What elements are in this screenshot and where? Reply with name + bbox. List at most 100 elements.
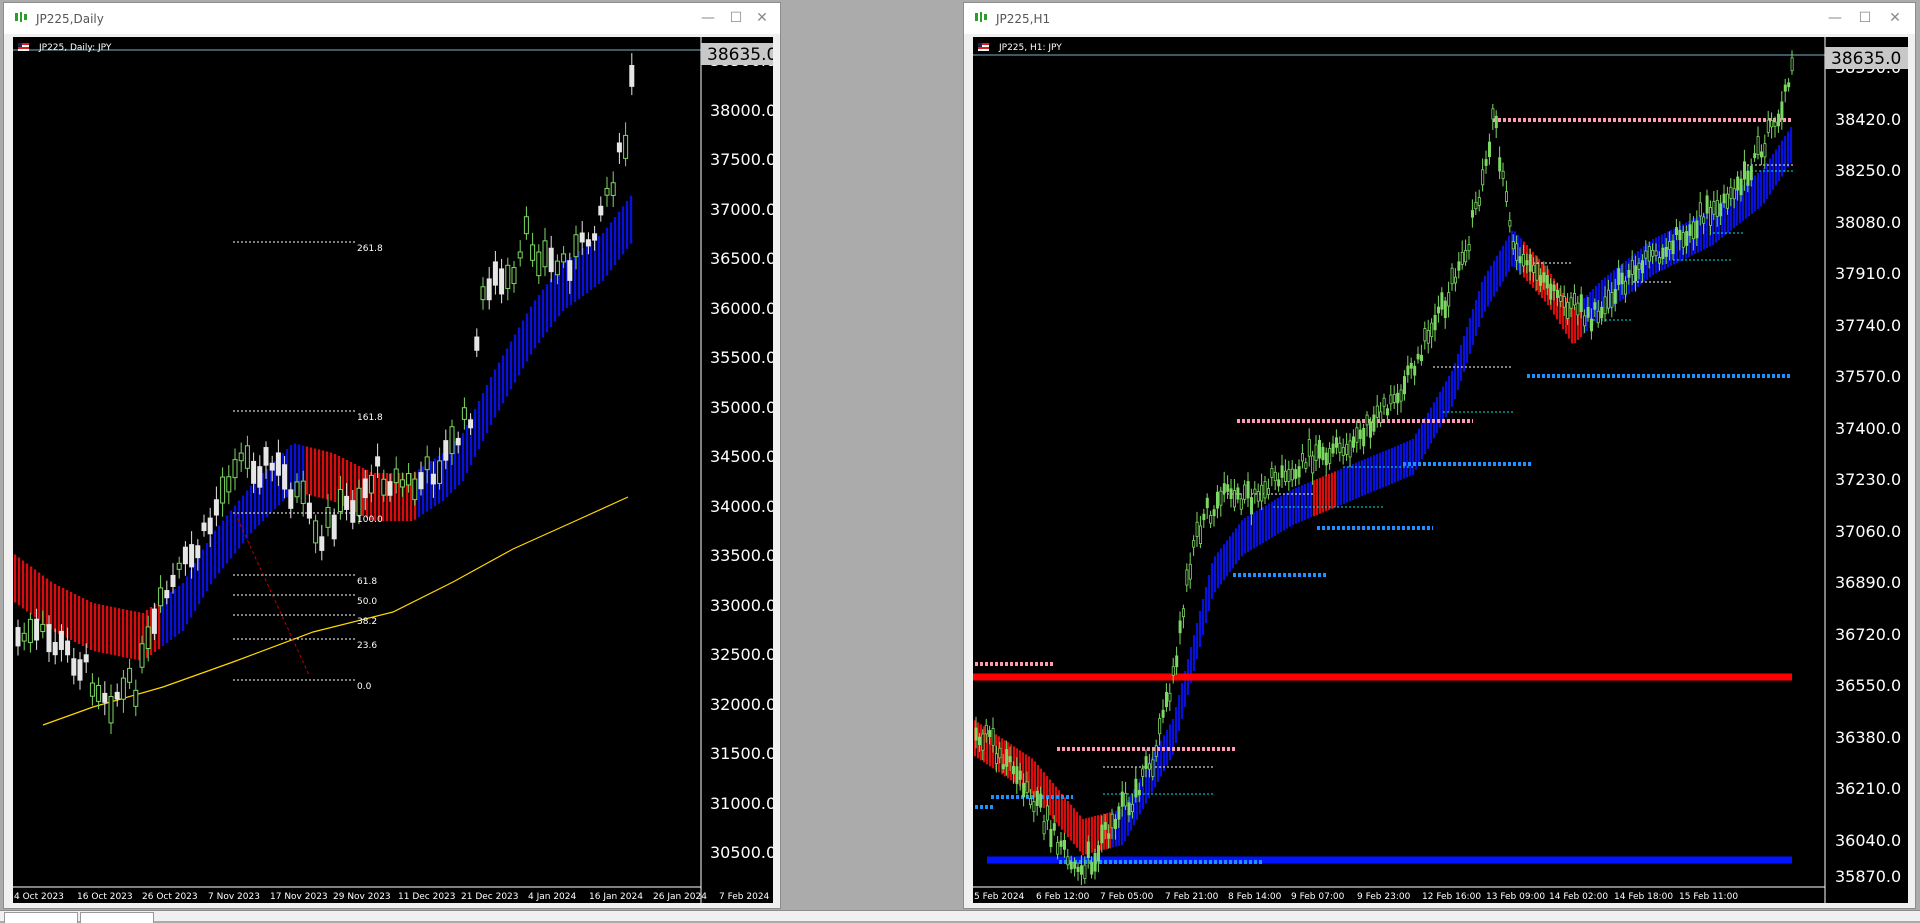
candle-body: [1015, 766, 1019, 784]
window-titlebar[interactable]: JP225,Daily — ☐ ✕: [4, 3, 780, 34]
candle-body: [1559, 295, 1563, 302]
candle-body: [1396, 392, 1400, 404]
candle-body: [1777, 113, 1781, 127]
candle-body: [251, 460, 257, 484]
candle-body: [1573, 292, 1577, 306]
candle-body: [34, 618, 40, 641]
candle-body: [313, 520, 319, 544]
close-button[interactable]: ✕: [1885, 9, 1905, 27]
candle-body: [1311, 455, 1315, 474]
candle-body: [1685, 231, 1689, 246]
candle-body: [1542, 272, 1546, 283]
candle-body: [1239, 498, 1243, 510]
candle-body: [1715, 200, 1719, 217]
candle-body: [120, 677, 126, 700]
x-tick-label: 7 Nov 2023: [208, 892, 260, 902]
candle-body: [991, 728, 995, 746]
candle-body: [15, 627, 21, 647]
candle-body: [46, 624, 52, 653]
candle-body: [151, 608, 157, 634]
candle-body: [567, 260, 573, 281]
close-button[interactable]: ✕: [752, 9, 772, 27]
candle-body: [176, 562, 182, 570]
x-tick-label: 21 Dec 2023: [461, 892, 519, 902]
candle-body: [399, 479, 405, 488]
candle-body: [1579, 294, 1583, 312]
candle-body: [1093, 852, 1097, 872]
candle-body: [1603, 296, 1607, 315]
candle-body: [1389, 394, 1393, 405]
candle-body: [1675, 227, 1679, 236]
y-tick-label: 35500.0: [710, 348, 773, 367]
chart-plot-area[interactable]: JP225, H1: JPY 38590.0 38420.0 38250.0 3…: [973, 37, 1908, 903]
chart-tab[interactable]: [4, 912, 78, 923]
candle-body: [1008, 756, 1012, 763]
candle-body: [375, 456, 381, 467]
candle-body: [1100, 824, 1104, 844]
candle-body: [381, 478, 387, 496]
candle-body: [1556, 289, 1560, 298]
candle-body: [1702, 216, 1706, 224]
chart-window-daily[interactable]: JP225,Daily — ☐ ✕ JP225, Daily: JPY 3850…: [3, 2, 781, 909]
maximize-button[interactable]: ☐: [1855, 9, 1875, 27]
chart-window-h1[interactable]: JP225,H1 — ☐ ✕ JP225, H1: JPY 38590.0 38…: [963, 2, 1916, 909]
x-tick-label: 4 Oct 2023: [14, 892, 64, 902]
candle-body: [1637, 262, 1641, 270]
candle-body: [1151, 759, 1155, 777]
x-tick-label: 26 Oct 2023: [142, 892, 198, 902]
time-axis: 5 Feb 2024 6 Feb 12:00 7 Feb 05:00 7 Feb…: [974, 892, 1738, 902]
candle-body: [1511, 241, 1515, 250]
candle-body: [412, 478, 418, 501]
y-tick-label: 36210.0: [1835, 779, 1901, 798]
candle-body: [1059, 840, 1063, 847]
candle-body: [1324, 452, 1328, 466]
candle-body: [1012, 765, 1016, 775]
candle-body: [499, 268, 505, 295]
chart-tab[interactable]: [80, 912, 154, 923]
candle-body: [1746, 170, 1750, 186]
candle-body: [1562, 296, 1566, 308]
maximize-button[interactable]: ☐: [726, 9, 746, 27]
candle-body: [1103, 822, 1107, 830]
x-tick-label: 7 Feb 05:00: [1100, 892, 1154, 902]
fib-label: 261.8: [357, 244, 383, 254]
candle-body: [145, 626, 151, 650]
candle-body: [96, 684, 102, 702]
candle-body: [158, 587, 164, 607]
candle-body: [1202, 513, 1206, 521]
candle-body: [1709, 206, 1713, 226]
candle-body: [1753, 153, 1757, 159]
chart-canvas[interactable]: JP225, H1: JPY 38590.0 38420.0 38250.0 3…: [973, 37, 1908, 903]
minimize-button[interactable]: —: [1825, 9, 1845, 27]
candle-body: [1433, 314, 1437, 331]
window-titlebar[interactable]: JP225,H1 — ☐ ✕: [964, 3, 1915, 34]
minimize-button[interactable]: —: [698, 9, 718, 27]
candle-body: [443, 440, 449, 461]
chart-canvas[interactable]: JP225, Daily: JPY 38500.0 38000.0 37500.…: [13, 37, 773, 903]
candle-body: [1171, 666, 1175, 676]
candle-body: [244, 445, 250, 469]
candle-body: [1671, 240, 1675, 255]
candle-body: [1515, 243, 1519, 261]
x-tick-label: 11 Dec 2023: [398, 892, 456, 902]
candle-body: [1545, 275, 1549, 289]
y-tick-label: 33000.0: [710, 596, 773, 615]
candle-body: [1610, 292, 1614, 308]
candle-body: [337, 489, 343, 512]
candle-body: [511, 267, 517, 285]
candle-body: [1447, 292, 1451, 307]
candle-body: [1107, 833, 1111, 839]
chart-plot-area[interactable]: JP225, Daily: JPY 38500.0 38000.0 37500.…: [13, 37, 773, 903]
y-tick-label: 36720.0: [1835, 625, 1901, 644]
x-tick-label: 4 Jan 2024: [528, 892, 576, 902]
y-tick-label: 36890.0: [1835, 573, 1901, 592]
candle-body: [1661, 247, 1665, 259]
y-tick-label: 38000.0: [710, 101, 773, 120]
candle-body: [1409, 362, 1413, 369]
candle-body: [1620, 272, 1624, 285]
candle-body: [71, 658, 77, 676]
x-tick-label: 13 Feb 09:00: [1486, 892, 1545, 902]
y-tick-label: 37500.0: [710, 150, 773, 169]
x-tick-label: 9 Feb 23:00: [1357, 892, 1411, 902]
candle-body: [1392, 394, 1396, 403]
